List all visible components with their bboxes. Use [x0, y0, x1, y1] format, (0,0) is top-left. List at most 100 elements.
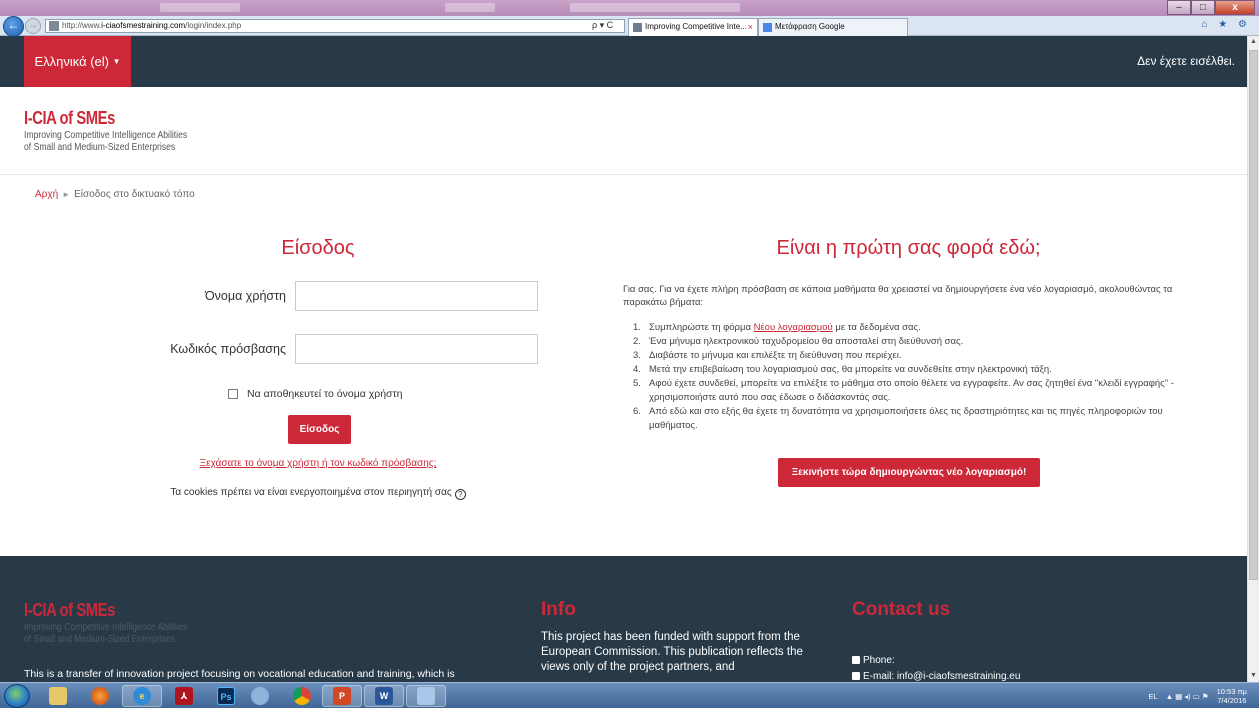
footer-phone: Phone:	[852, 653, 1020, 669]
clock-date: 7/4/2016	[1217, 696, 1247, 705]
generic-app-icon[interactable]	[406, 685, 446, 707]
back-button[interactable]: ←	[3, 16, 24, 37]
input-language[interactable]: EL	[1149, 692, 1158, 701]
cookies-note: Τα cookies πρέπει να είναι ενεργοποιημέν…	[0, 487, 636, 500]
brand-name: I-CIA of SMEs	[24, 108, 115, 128]
system-tray: EL ▲ ▦ ◂) ▭ ⚑ 10:53 πμ 7/4/2016	[1149, 687, 1247, 705]
tab-label: Μετάφραση Google	[775, 22, 845, 31]
step-number: 3.	[633, 350, 641, 361]
step-text: Από εδώ και στο εξής θα έχετε τη δυνατότ…	[649, 406, 1163, 431]
step-text: Συμπληρώστε τη φόρμα	[649, 322, 754, 333]
browser-chrome: – □ x ← → http://www.i-ciaofsmestraining…	[0, 0, 1259, 37]
maximize-button[interactable]: □	[1191, 0, 1215, 15]
signup-steps: 1. Συμπληρώστε τη φόρμα Νέου λογαριασμού …	[633, 321, 1193, 433]
remember-username[interactable]: Να αποθηκευτεί το όνομα χρήστη	[228, 388, 403, 400]
footer-about-text: This is a transfer of innovation project…	[24, 668, 455, 680]
tab-improving[interactable]: Improving Competitive Inte... ×	[628, 18, 758, 36]
footer-brand-subtitle-1: Improving Competitive Intelligence Abili…	[24, 621, 188, 633]
cookies-text: Τα cookies πρέπει να είναι ενεργοποιημέν…	[170, 487, 452, 498]
forward-button[interactable]: →	[25, 18, 41, 34]
list-item: 6. Από εδώ και στο εξής θα έχετε τη δυνατ…	[633, 405, 1193, 433]
powerpoint-icon[interactable]: P	[322, 685, 362, 707]
tab-favicon-icon	[633, 23, 642, 32]
step-number: 4.	[633, 364, 641, 375]
step-number: 2.	[633, 336, 641, 347]
folder-icon[interactable]	[38, 685, 78, 707]
powerpoint-glyph: P	[333, 687, 351, 705]
breadcrumb: Αρχή ► Είσοδος στο δικτυακό τόπο	[35, 189, 195, 200]
breadcrumb-current: Είσοδος στο δικτυακό τόπο	[74, 189, 195, 200]
list-item: 1. Συμπληρώστε τη φόρμα Νέου λογαριασμού …	[633, 321, 1193, 335]
step-number: 6.	[633, 406, 641, 417]
step-text: Αφού έχετε συνδεθεί, μπορείτε να επιλέξτ…	[649, 378, 1174, 403]
network-icon[interactable]	[240, 685, 280, 707]
caret-down-icon: ▼	[112, 57, 121, 66]
username-input[interactable]	[295, 281, 538, 311]
login-title: Είσοδος	[281, 237, 355, 259]
language-menu-button[interactable]: Ελληνικά (el) ▼	[24, 36, 131, 87]
photoshop-glyph: Ps	[217, 687, 235, 705]
acrobat-glyph: ⅄	[175, 687, 193, 705]
tab-label: Improving Competitive Inte...	[645, 22, 747, 31]
start-button[interactable]	[4, 684, 30, 708]
username-label: Όνομα χρήστη	[204, 289, 286, 303]
signup-intro: Για σας. Για να έχετε πλήρη πρόσβαση σε …	[623, 284, 1173, 308]
footer-contact: Phone: E-mail: info@i-ciaofsmestraining.…	[852, 653, 1020, 685]
phone-icon	[852, 656, 860, 664]
titlebar-ghost	[570, 3, 740, 12]
breadcrumb-separator-icon: ►	[62, 190, 71, 199]
list-item: 4. Μετά την επιβεβαίωση του λογαριασμού σ…	[633, 363, 1193, 377]
footer-contact-title: Contact us	[852, 599, 951, 620]
chrome-icon[interactable]	[282, 685, 322, 707]
help-icon[interactable]: ?	[454, 489, 466, 500]
tray-icons[interactable]: ▲ ▦ ◂) ▭ ⚑	[1166, 692, 1209, 701]
step-text: Ένα μήνυμα ηλεκτρονικού ταχυδρομείου θα …	[649, 336, 964, 347]
close-tab-icon[interactable]: ×	[748, 19, 753, 35]
scroll-down-icon[interactable]: ▼	[1248, 670, 1259, 682]
scroll-thumb[interactable]	[1249, 50, 1258, 580]
search-refresh-icon[interactable]: ρ ▾ C	[592, 19, 613, 31]
site-footer: I-CIA of SMEs Improving Competitive Inte…	[0, 556, 1247, 682]
list-item: 3. Διαβάστε το μήνυμα και επιλέξτε τη διε…	[633, 349, 1193, 363]
password-input[interactable]	[295, 334, 538, 364]
forgot-password-link[interactable]: Ξεχάσατε το όνομα χρήστη ή τον κωδικό πρ…	[0, 458, 636, 469]
phone-label: Phone:	[863, 655, 895, 666]
minimize-button[interactable]: –	[1167, 0, 1191, 15]
acrobat-icon[interactable]: ⅄	[164, 685, 204, 707]
clock-time: 10:53 πμ	[1216, 687, 1247, 696]
url-path: /login/index.php	[185, 21, 242, 30]
envelope-icon	[852, 672, 860, 680]
word-icon[interactable]: W	[364, 685, 404, 707]
titlebar-ghost	[445, 3, 495, 12]
url-prefix: http://www.	[62, 21, 102, 30]
window-titlebar: – □ x	[0, 0, 1259, 16]
footer-brand-name: I-CIA of SMEs	[24, 600, 115, 620]
site-logo[interactable]: I-CIA of SMEs Improving Competitive Inte…	[24, 108, 223, 153]
create-account-button[interactable]: Ξεκινήστε τώρα δημιουργώντας νέο λογαρια…	[778, 458, 1040, 487]
new-account-link[interactable]: Νέου λογαριασμού	[754, 322, 833, 333]
titlebar-ghost	[160, 3, 240, 12]
remember-label: Να αποθηκευτεί το όνομα χρήστη	[247, 388, 403, 400]
password-label: Κωδικός πρόσβασης	[170, 342, 286, 356]
step-number: 5.	[633, 378, 641, 389]
address-bar[interactable]: http://www.i-ciaofsmestraining.com/login…	[45, 19, 625, 33]
firefox-icon[interactable]	[80, 685, 120, 707]
remember-checkbox[interactable]	[228, 389, 238, 399]
ie-icon[interactable]: e	[122, 685, 162, 707]
step-text: Διαβάστε το μήνυμα και επιλέξτε τη διεύθ…	[649, 350, 902, 361]
step-text: με τα δεδομένα σας.	[832, 322, 921, 333]
brand-subtitle-1: Improving Competitive Intelligence Abili…	[24, 129, 188, 141]
breadcrumb-home-link[interactable]: Αρχή	[35, 189, 58, 200]
browser-toolbar-icons[interactable]: ⌂ ★ ⚙	[1201, 19, 1251, 30]
email-text: E-mail: info@i-ciaofsmestraining.eu	[863, 671, 1021, 682]
scroll-up-icon[interactable]: ▲	[1248, 36, 1259, 48]
brand-subtitle-2: of Small and Medium-Sized Enterprises	[24, 141, 176, 153]
clock[interactable]: 10:53 πμ 7/4/2016	[1217, 687, 1247, 705]
page-scrollbar[interactable]: ▲ ▼	[1247, 36, 1259, 682]
tab-google-translate[interactable]: Μετάφραση Google	[758, 18, 908, 36]
close-window-button[interactable]: x	[1215, 0, 1255, 15]
login-button[interactable]: Είσοδος	[288, 415, 351, 444]
footer-info-title: Info	[541, 599, 576, 620]
footer-info-text: This project has been funded with suppor…	[541, 631, 803, 673]
header-divider	[0, 174, 1247, 175]
